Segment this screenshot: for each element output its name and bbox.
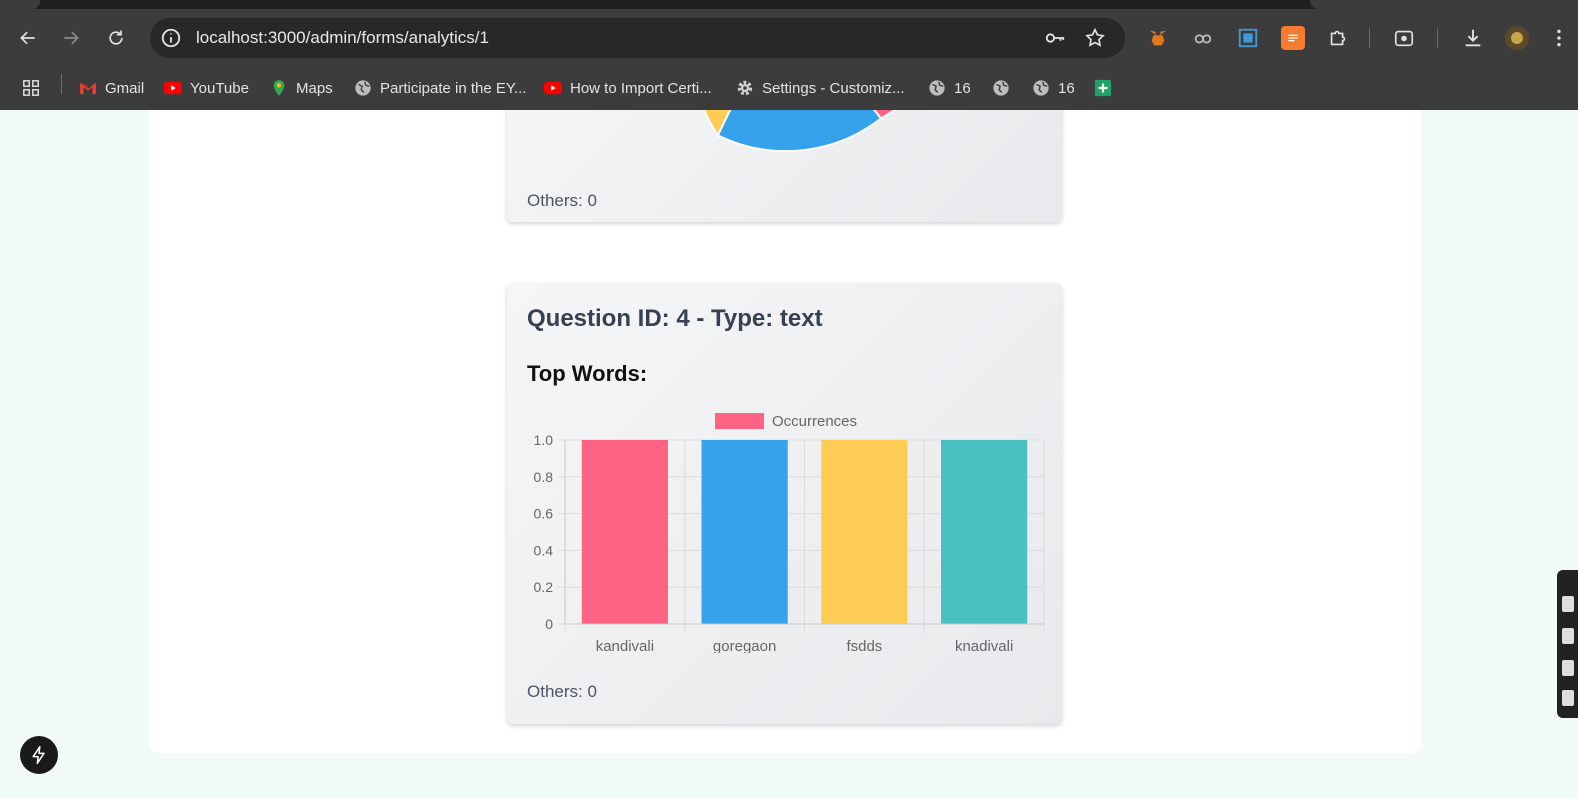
maps-icon: [270, 79, 288, 97]
globe-icon: [354, 79, 372, 97]
arrow-left-icon: [20, 31, 35, 45]
legend-swatch: [715, 413, 764, 429]
x-tick-label: knadivali: [955, 638, 1013, 653]
screen-capture-extension-icon[interactable]: [1236, 26, 1260, 50]
legend-label: Occurrences: [772, 413, 857, 430]
bookmark-settings-customize[interactable]: Settings - Customiz...: [736, 75, 905, 101]
lens-capture-icon[interactable]: [1392, 26, 1416, 50]
globe-icon: [928, 79, 946, 97]
question-card-q4: Question ID: 4 - Type: text Top Words: O…: [507, 283, 1062, 724]
bookmark-star-icon[interactable]: [1084, 27, 1106, 49]
reload-button[interactable]: [102, 24, 130, 52]
reload-icon: [109, 30, 123, 45]
y-tick-label: 0.2: [534, 579, 554, 595]
bookmark-youtube[interactable]: YouTube: [164, 75, 249, 101]
browser-toolbar: localhost:3000/admin/forms/analytics/1: [0, 0, 1578, 66]
bookmark-import-certi[interactable]: How to Import Certi...: [544, 75, 712, 101]
top-words-heading: Top Words:: [527, 361, 648, 386]
menu-kebab-icon[interactable]: [1552, 26, 1566, 50]
gear-icon: [736, 79, 754, 97]
metamask-extension-icon[interactable]: [1146, 26, 1170, 50]
bar-goregaon: [701, 440, 788, 624]
bookmark-gmail[interactable]: Gmail: [79, 75, 144, 101]
youtube-icon: [544, 79, 562, 97]
x-tick-label: goregaon: [713, 638, 776, 653]
y-tick-label: 0.6: [534, 506, 554, 522]
site-info-icon[interactable]: [160, 27, 182, 49]
bookmark-maps[interactable]: Maps: [270, 75, 333, 101]
extensions-puzzle-icon[interactable]: [1326, 26, 1350, 50]
top-words-bar-chart: Occurrences 1.0 0.8 0.6 0.4 0.2 0 kandivali gore…: [534, 413, 1045, 653]
x-tick-label: kandivali: [596, 638, 654, 653]
cloud-extension-icon[interactable]: [1191, 26, 1215, 50]
address-bar[interactable]: localhost:3000/admin/forms/analytics/1: [150, 18, 1125, 58]
notes-extension-icon[interactable]: [1281, 26, 1305, 50]
profile-avatar[interactable]: [1505, 26, 1529, 50]
tab-strip: [0, 0, 1578, 9]
y-tick-label: 1.0: [534, 432, 554, 448]
y-tick-label: 0.4: [534, 542, 554, 558]
others-count: Others: 0: [527, 191, 597, 210]
apps-grid-button[interactable]: [22, 75, 40, 101]
bookmark-sheets[interactable]: [1094, 75, 1112, 101]
question-title: Question ID: 4 - Type: text: [527, 305, 823, 332]
bookmark-globe[interactable]: [992, 75, 1010, 101]
forward-button[interactable]: [57, 24, 85, 52]
globe-icon: [992, 79, 1010, 97]
youtube-icon: [164, 79, 182, 97]
lightning-button[interactable]: [20, 736, 58, 774]
page-viewport: Others: 0 Question ID: 4 - Type: text To…: [0, 110, 1578, 798]
globe-icon: [1032, 79, 1050, 97]
bar-kandivali: [581, 440, 668, 624]
arrow-right-icon: [64, 31, 79, 45]
y-tick-label: 0: [545, 616, 553, 632]
gmail-icon: [79, 79, 97, 97]
bar-fsdds: [821, 440, 908, 624]
bookmark-participate-ey[interactable]: Participate in the EY...: [354, 75, 526, 101]
bookmark-16-b[interactable]: 16: [1032, 75, 1075, 101]
x-tick-label: fsdds: [846, 638, 882, 653]
floating-side-toolbar[interactable]: [1557, 570, 1578, 718]
y-tick-label: 0.8: [534, 469, 554, 485]
back-button[interactable]: [14, 24, 42, 52]
sheets-icon: [1094, 79, 1112, 97]
download-icon[interactable]: [1461, 26, 1485, 50]
bookmark-16-a[interactable]: 16: [928, 75, 971, 101]
lightning-icon: [32, 745, 45, 765]
bar-knadivali: [941, 440, 1028, 624]
pie-slice-blue: [716, 110, 883, 153]
url-text[interactable]: localhost:3000/admin/forms/analytics/1: [196, 28, 489, 48]
bookmarks-bar: Gmail YouTube Maps Participate in the EY…: [0, 66, 1578, 111]
analytics-panel: Others: 0 Question ID: 4 - Type: text To…: [149, 110, 1421, 753]
question-card-pie: Others: 0: [507, 110, 1062, 222]
password-key-icon[interactable]: [1043, 27, 1067, 49]
apps-grid-icon: [22, 79, 40, 97]
others-count: Others: 0: [527, 682, 597, 701]
